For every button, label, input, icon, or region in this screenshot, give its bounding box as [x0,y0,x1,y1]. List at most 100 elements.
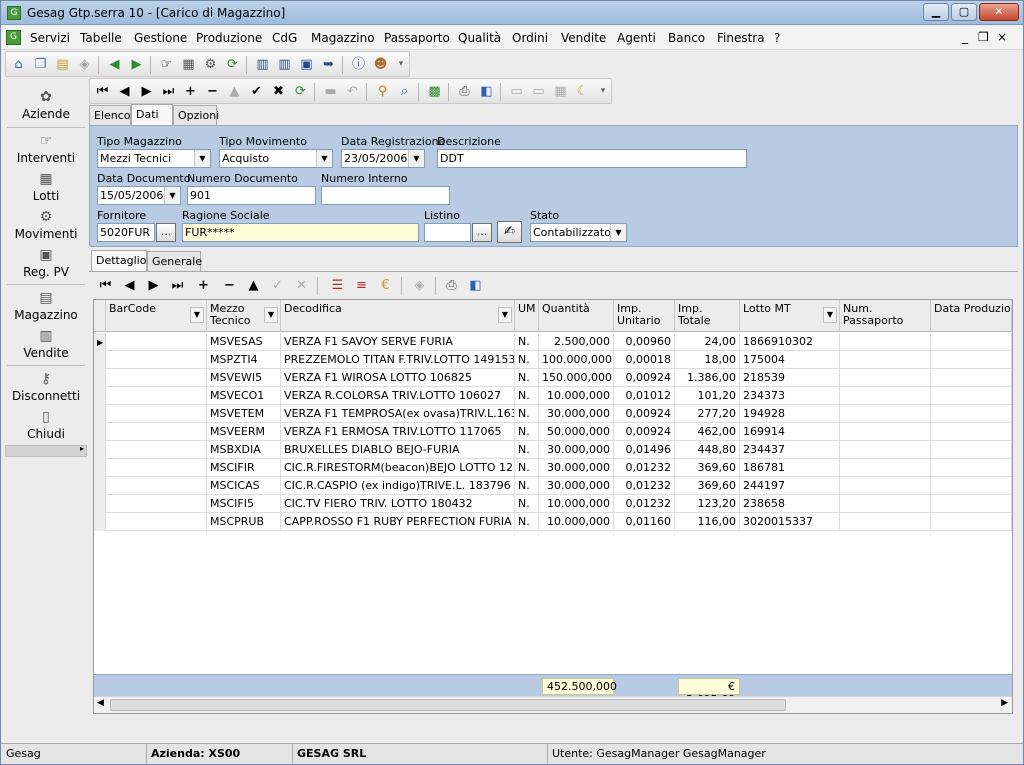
chevron-down-icon[interactable]: ▼ [264,307,278,323]
cell-quantita[interactable]: 30.000,000 [539,405,614,423]
first-record-icon[interactable]: ⏮ [94,83,111,100]
cell-num-passaporto[interactable] [840,459,931,477]
header-decodifica[interactable]: Decodifica ▼ [281,300,515,332]
menu-banco[interactable]: Banco [668,31,705,45]
copy-icon[interactable]: ❐ [32,56,49,73]
sidebar-item-aziende[interactable]: ✿ Aziende [5,89,87,121]
edit-row-icon[interactable]: ▲ [245,277,262,294]
cell-lotto-mt[interactable]: 234437 [740,441,840,459]
confirm-icon[interactable]: ✔ [248,83,265,100]
menu-magazzino[interactable]: Magazzino [311,31,375,45]
cell-mezzo-tecnico[interactable]: MSVECO1 [207,387,281,405]
header-imp-unitario[interactable]: Imp. Unitario [614,300,675,332]
cell-imp-unitario[interactable]: 0,00924 [614,423,675,441]
mdi-close-button[interactable]: × [997,30,1007,44]
cell-lotto-mt[interactable]: 194928 [740,405,840,423]
listino-lookup-button[interactable]: ... [472,223,492,242]
cell-data-produzione[interactable] [931,369,1012,387]
cell-quantita[interactable]: 10.000,000 [539,495,614,513]
row-indicator[interactable] [94,495,106,513]
menu-passaporto[interactable]: Passaporto [384,31,450,45]
data-registrazione-field[interactable]: 23/05/2006 ▼ [341,149,425,168]
sync-icon[interactable]: ⟳ [224,56,241,73]
cell-num-passaporto[interactable] [840,369,931,387]
row-indicator[interactable] [94,423,106,441]
cell-imp-totale[interactable]: 116,00 [675,513,740,531]
chevron-down-icon[interactable]: ▼ [316,150,332,167]
cell-um[interactable]: N. [515,387,539,405]
cell-lotto-mt[interactable]: 238658 [740,495,840,513]
cell-data-produzione[interactable] [931,333,1012,351]
sidebar-item-reg-pv[interactable]: ▣ Reg. PV [5,247,87,279]
user-icon[interactable]: ☻ [372,56,389,73]
listino-field[interactable] [424,223,471,242]
cell-quantita[interactable]: 50.000,000 [539,423,614,441]
last-row-icon[interactable]: ⏭ [169,277,186,294]
cell-imp-totale[interactable]: 462,00 [675,423,740,441]
cell-data-produzione[interactable] [931,387,1012,405]
cell-barcode[interactable] [106,405,207,423]
cell-um[interactable]: N. [515,459,539,477]
cell-imp-unitario[interactable]: 0,01160 [614,513,675,531]
cell-imp-unitario[interactable]: 0,00018 [614,351,675,369]
row-indicator[interactable]: ▶ [94,333,106,351]
cell-imp-unitario[interactable]: 0,01496 [614,441,675,459]
cell-lotto-mt[interactable]: 1866910302 [740,333,840,351]
row-indicator[interactable] [94,387,106,405]
header-quantita[interactable]: Quantità [539,300,614,332]
cell-num-passaporto[interactable] [840,405,931,423]
cell-mezzo-tecnico[interactable]: MSCIFIR [207,459,281,477]
cell-lotto-mt[interactable]: 234373 [740,387,840,405]
numero-interno-field[interactable] [321,186,450,205]
row-indicator[interactable] [94,459,106,477]
tag-icon[interactable]: ◈ [76,56,93,73]
menu-tabelle[interactable]: Tabelle [80,31,122,45]
row-indicator[interactable] [94,369,106,387]
cell-mezzo-tecnico[interactable]: MSVEERM [207,423,281,441]
header-data-produzione[interactable]: Data Produzione [931,300,1012,332]
table-row[interactable]: MSCIFIR CIC.R.FIRESTORM(beacon)BEJO LOTTO… [94,459,1012,477]
cell-data-produzione[interactable] [931,351,1012,369]
gear-icon[interactable]: ⚙ [202,56,219,73]
delete-row-icon[interactable]: − [221,277,238,294]
header-num-passaporto[interactable]: Num. Passaporto [840,300,931,332]
chevron-down-icon[interactable]: ▼ [194,150,210,167]
cell-um[interactable]: N. [515,333,539,351]
header-um[interactable]: UM [515,300,539,332]
menu-servizi[interactable]: Servizi [30,31,70,45]
cell-imp-unitario[interactable]: 0,01232 [614,495,675,513]
cell-mezzo-tecnico[interactable]: MSPZTI4 [207,351,281,369]
last-record-icon[interactable]: ⏭ [160,83,177,100]
cell-lotto-mt[interactable]: 244197 [740,477,840,495]
scroll-left-icon[interactable]: ◀ [97,698,104,708]
folder-icon[interactable]: ▭ [508,83,525,100]
cell-barcode[interactable] [106,477,207,495]
header-imp-totale[interactable]: Imp. Totale [675,300,740,332]
cell-um[interactable]: N. [515,405,539,423]
edit-record-icon[interactable]: ▲ [226,83,243,100]
home-icon[interactable]: ⌂ [10,56,27,73]
table-row[interactable]: MSCIFI5 CIC.TV FIERO TRIV. LOTTO 180432 N.… [94,495,1012,513]
table-row[interactable]: MSVEWI5 VERZA F1 WIROSA LOTTO 106825 N. 150… [94,369,1012,387]
sort-icon[interactable]: ☰ [329,277,346,294]
cell-num-passaporto[interactable] [840,513,931,531]
cell-decodifica[interactable]: CAPP.ROSSO F1 RUBY PERFECTION FURIA [281,513,515,531]
cell-data-produzione[interactable] [931,459,1012,477]
cell-um[interactable]: N. [515,441,539,459]
cell-quantita[interactable]: 10.000,000 [539,387,614,405]
find-icon[interactable]: ⌕ [396,83,413,100]
mdi-restore-button[interactable]: ❐ [978,30,989,44]
cell-mezzo-tecnico[interactable]: MSBXDIA [207,441,281,459]
sidebar-item-interventi[interactable]: ☞ Interventi [5,133,87,165]
cell-decodifica[interactable]: VERZA F1 SAVOY SERVE FURIA [281,333,515,351]
forward-green-icon[interactable]: ▶ [128,56,145,73]
maximize-button[interactable]: ▢ [951,3,977,21]
cell-decodifica[interactable]: PREZZEMOLO TITAN F.TRIV.LOTTO 149153 [281,351,515,369]
menu-agenti[interactable]: Agenti [617,31,656,45]
cancel-row-icon[interactable]: ✕ [293,277,310,294]
tag-icon[interactable]: ◈ [411,277,428,294]
first-row-icon[interactable]: ⏮ [97,277,114,294]
cell-mezzo-tecnico[interactable]: MSCIFI5 [207,495,281,513]
cell-imp-unitario[interactable]: 0,01232 [614,459,675,477]
cell-quantita[interactable]: 2.500,000 [539,333,614,351]
